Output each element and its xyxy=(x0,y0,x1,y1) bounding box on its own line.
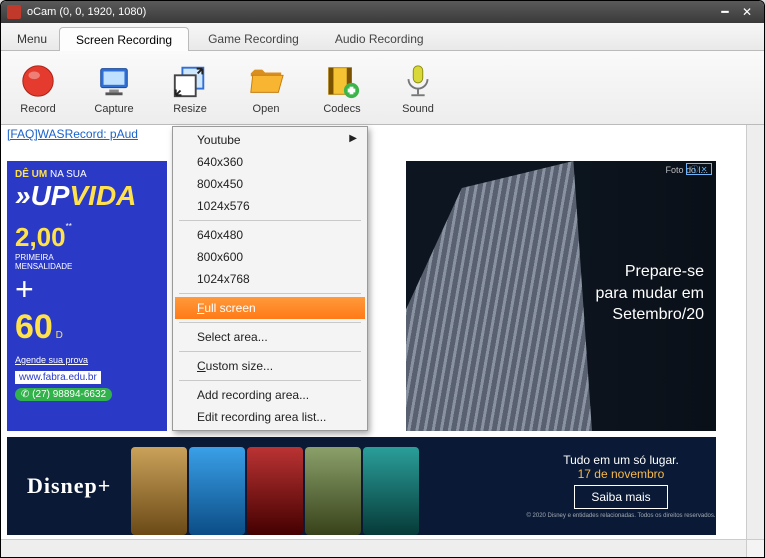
menu-custom-size[interactable]: Custom size... xyxy=(175,355,365,377)
codecs-button[interactable]: Codecs xyxy=(315,61,369,115)
menu-1024x768[interactable]: 1024x768 xyxy=(175,268,365,290)
vertical-scrollbar[interactable] xyxy=(746,125,764,539)
minimize-button[interactable]: ━ xyxy=(714,5,736,19)
ads-area: DÊ UM NA SUA »UPVIDA 2,00** PRIMEIRAMENS… xyxy=(1,143,746,539)
menu-separator xyxy=(179,220,361,221)
tab-audio-recording[interactable]: Audio Recording xyxy=(318,26,441,50)
disney-logo: Disnep+ xyxy=(27,473,111,499)
ad-left-phone[interactable]: ✆ (27) 98894-6632 xyxy=(15,388,112,401)
microphone-icon xyxy=(398,61,438,101)
menu-1024x576[interactable]: 1024x576 xyxy=(175,195,365,217)
record-icon xyxy=(18,61,58,101)
resize-menu: Youtube ▶ 640x360 800x450 1024x576 640x4… xyxy=(172,126,368,431)
adchoices-icon[interactable]: ⓘ ✕ xyxy=(686,163,712,175)
ad-bottom[interactable]: Disnep+ Tudo em um só lugar. 17 de novem… xyxy=(7,437,716,535)
chevron-right-icon: ▶ xyxy=(349,133,357,144)
menu-separator xyxy=(179,322,361,323)
menu-edit-recording-area-list[interactable]: Edit recording area list... xyxy=(175,406,365,428)
sound-button[interactable]: Sound xyxy=(391,61,445,115)
resize-button[interactable]: Resize xyxy=(163,61,217,115)
horizontal-scrollbar[interactable] xyxy=(1,539,764,557)
menu-800x600[interactable]: 800x600 xyxy=(175,246,365,268)
menu-separator xyxy=(179,380,361,381)
close-button[interactable]: ✕ xyxy=(736,5,758,19)
ad-left[interactable]: DÊ UM NA SUA »UPVIDA 2,00** PRIMEIRAMENS… xyxy=(7,161,167,431)
menu-add-recording-area[interactable]: Add recording area... xyxy=(175,384,365,406)
characters-strip xyxy=(131,437,526,535)
tabbar: Menu Screen Recording Game Recording Aud… xyxy=(1,23,764,51)
menu-800x450[interactable]: 800x450 xyxy=(175,173,365,195)
window-title: oCam (0, 0, 1920, 1080) xyxy=(27,6,146,18)
menu-button[interactable]: Menu xyxy=(5,28,59,50)
app-icon xyxy=(7,5,21,19)
tab-screen-recording[interactable]: Screen Recording xyxy=(59,27,189,51)
building-graphic xyxy=(406,161,592,431)
menu-640x360[interactable]: 640x360 xyxy=(175,151,365,173)
menu-full-screen[interactable]: Full screen xyxy=(175,297,365,319)
folder-icon xyxy=(246,61,286,101)
faq-link[interactable]: [FAQ]WASRecord: pAud xyxy=(1,125,746,143)
titlebar[interactable]: oCam (0, 0, 1920, 1080) ━ ✕ xyxy=(1,1,764,23)
menu-640x480[interactable]: 640x480 xyxy=(175,224,365,246)
capture-button[interactable]: Capture xyxy=(87,61,141,115)
content-area: [FAQ]WASRecord: pAud DÊ UM NA SUA »UPVID… xyxy=(1,125,764,539)
tab-game-recording[interactable]: Game Recording xyxy=(191,26,316,50)
toolbar: Record Capture Resize Open Codecs xyxy=(1,51,764,125)
open-button[interactable]: Open xyxy=(239,61,293,115)
ad-left-site[interactable]: www.fabra.edu.br xyxy=(15,371,101,384)
menu-youtube[interactable]: Youtube ▶ xyxy=(175,129,365,151)
menu-separator xyxy=(179,293,361,294)
resize-icon xyxy=(170,61,210,101)
monitor-icon xyxy=(94,61,134,101)
codecs-icon xyxy=(322,61,362,101)
ad-right[interactable]: Foto do l... ⓘ ✕ Prepare-se para mudar e… xyxy=(406,161,716,431)
menu-separator xyxy=(179,351,361,352)
app-window: oCam (0, 0, 1920, 1080) ━ ✕ Menu Screen … xyxy=(0,0,765,558)
menu-select-area[interactable]: Select area... xyxy=(175,326,365,348)
ad-cta-button[interactable]: Saiba mais xyxy=(574,485,667,509)
record-button[interactable]: Record xyxy=(11,61,65,115)
